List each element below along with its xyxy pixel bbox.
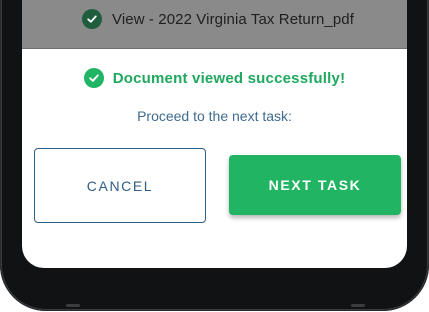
background-item-row: View - 2022 Virginia Tax Return_pdf	[82, 9, 354, 29]
next-task-button[interactable]: NEXT TASK	[229, 155, 401, 215]
instruction-text: Proceed to the next task:	[137, 108, 292, 124]
phone-speaker-left	[66, 304, 80, 307]
phone-frame: View - 2022 Virginia Tax Return_pdf Docu…	[0, 0, 429, 311]
phone-screen: View - 2022 Virginia Tax Return_pdf Docu…	[22, 0, 407, 268]
phone-speaker-right	[351, 304, 365, 307]
background-item-label: View - 2022 Virginia Tax Return_pdf	[112, 10, 354, 28]
cancel-button[interactable]: CANCEL	[34, 148, 206, 223]
success-message: Document viewed successfully!	[112, 69, 346, 87]
phone-screenshot: View - 2022 Virginia Tax Return_pdf Docu…	[0, 0, 429, 312]
success-message-row: Document viewed successfully!	[22, 68, 407, 88]
background-overlay-strip: View - 2022 Virginia Tax Return_pdf	[22, 0, 407, 49]
check-circle-icon	[83, 68, 104, 88]
check-circle-icon	[82, 9, 102, 29]
